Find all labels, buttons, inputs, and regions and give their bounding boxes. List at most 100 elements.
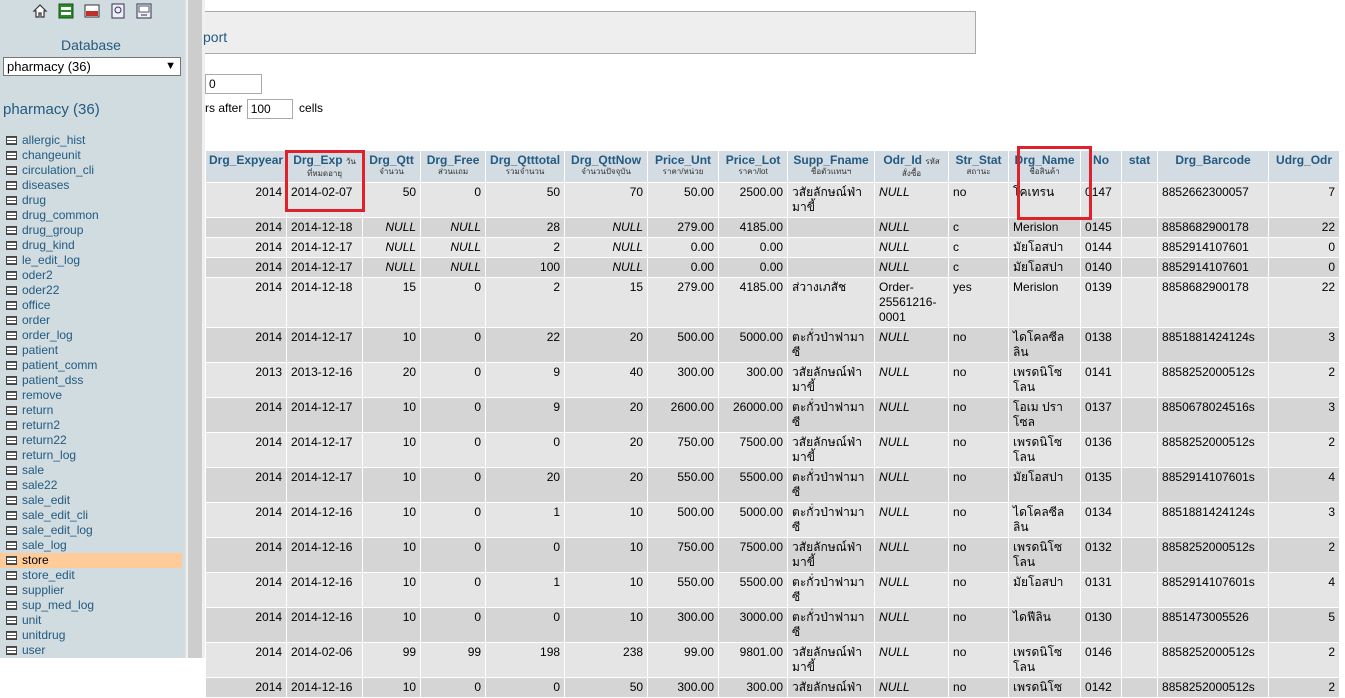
table-cell[interactable]: 2014-12-16	[287, 608, 363, 642]
table-cell[interactable]: 99	[421, 643, 486, 677]
table-cell[interactable]: 10	[565, 608, 648, 642]
table-cell[interactable]: 550.00	[648, 468, 719, 502]
table-cell[interactable]: NULL	[421, 218, 486, 237]
table-cell[interactable]: วสัยลักษณ์ฟ่า มาขี้	[788, 643, 875, 677]
table-cell[interactable]: ส่วางเภสัช	[788, 278, 875, 327]
column-header[interactable]: Drg_Name ชื่อสินค้า	[1009, 151, 1081, 182]
sidebar-item-return2[interactable]: return2	[0, 418, 182, 433]
table-cell[interactable]: 500.00	[648, 503, 719, 537]
table-cell[interactable]: วสัยลักษณ์ฟ่า มาขี้	[788, 363, 875, 397]
table-icon[interactable]	[6, 646, 17, 655]
table-cell[interactable]	[1122, 328, 1158, 362]
table-cell[interactable]: 1	[486, 573, 565, 607]
table-cell[interactable]	[788, 238, 875, 257]
table-icon[interactable]	[6, 496, 17, 505]
table-cell[interactable]: 15	[565, 278, 648, 327]
table-icon[interactable]	[6, 406, 17, 415]
table-cell[interactable]: 10	[363, 573, 421, 607]
table-icon[interactable]	[6, 421, 17, 430]
table-cell[interactable]: NULL	[421, 238, 486, 257]
table-cell[interactable]: 0141	[1081, 363, 1122, 397]
sidebar-item-sale-edit[interactable]: sale_edit	[0, 493, 182, 508]
table-row[interactable]: 2014 2014-12-17 10 0 20 20 550.00 5500.00 ตะกั่ว…	[206, 468, 1340, 502]
table-cell[interactable]: 2	[1269, 363, 1340, 397]
table-cell[interactable]: 8852914107601s	[1158, 468, 1269, 502]
table-cell[interactable]: 0.00	[719, 238, 788, 257]
table-cell[interactable]: 99	[363, 643, 421, 677]
table-cell[interactable]: 4185.00	[719, 218, 788, 237]
column-header-label[interactable]: Drg_Free	[427, 153, 480, 167]
sidebar-item-return-log[interactable]: return_log	[0, 448, 182, 463]
table-row[interactable]: 2014 2014-12-17 NULL NULL 100 NULL 0.00 0.00 NUL…	[206, 258, 1340, 277]
table-icon[interactable]	[6, 601, 17, 610]
table-cell[interactable]: Merislon	[1009, 218, 1081, 237]
table-icon[interactable]	[6, 571, 17, 580]
table-cell[interactable]: 2014-02-07	[287, 183, 363, 217]
table-cell[interactable]: Merislon	[1009, 278, 1081, 327]
table-cell[interactable]: 100	[486, 258, 565, 277]
sql-icon[interactable]	[84, 3, 100, 19]
table-icon[interactable]	[6, 361, 17, 370]
table-row[interactable]: 2014 2014-12-16 10 0 1 10 500.00 5000.00 ตะกั่วป…	[206, 503, 1340, 537]
sidebar-item-store[interactable]: store	[0, 553, 182, 568]
table-icon[interactable]	[6, 481, 17, 490]
table-icon[interactable]	[6, 376, 17, 385]
table-cell[interactable]: 2014	[206, 258, 287, 277]
table-cell[interactable]: 2014-12-16	[287, 538, 363, 572]
table-cell[interactable]: 8851881424124s	[1158, 503, 1269, 537]
table-cell[interactable]: โอเม ปราโซล	[1009, 398, 1081, 432]
table-cell[interactable]: 2014	[206, 183, 287, 217]
table-cell[interactable]: 3000.00	[719, 608, 788, 642]
table-cell[interactable]: 28	[486, 218, 565, 237]
sidebar-item-le-edit-log[interactable]: le_edit_log	[0, 253, 182, 268]
table-cell[interactable]: NULL	[875, 433, 949, 467]
table-cell[interactable]: 500.00	[648, 328, 719, 362]
table-cell[interactable]: 750.00	[648, 433, 719, 467]
sidebar-item-patient-dss[interactable]: patient_dss	[0, 373, 182, 388]
table-cell[interactable]: 7	[1269, 183, 1340, 217]
table-cell[interactable]: 0139	[1081, 278, 1122, 327]
sidebar-item-supplier[interactable]: supplier	[0, 583, 182, 598]
table-cell[interactable]: 50	[565, 678, 648, 697]
table-icon[interactable]	[6, 196, 17, 205]
table-cell[interactable]: no	[949, 328, 1009, 362]
table-cell[interactable]: 8851881424124s	[1158, 328, 1269, 362]
table-cell[interactable]: NULL	[875, 398, 949, 432]
table-cell[interactable]: 300.00	[719, 678, 788, 697]
table-row[interactable]: 2013 2013-12-16 20 0 9 40 300.00 300.00 วสัยลักษ…	[206, 363, 1340, 397]
table-cell[interactable]: 2014	[206, 468, 287, 502]
table-cell[interactable]: no	[949, 503, 1009, 537]
table-cell[interactable]: 70	[565, 183, 648, 217]
table-cell[interactable]: 0144	[1081, 238, 1122, 257]
table-cell[interactable]: 300.00	[648, 363, 719, 397]
table-cell[interactable]: no	[949, 398, 1009, 432]
table-cell[interactable]: 8858682900178	[1158, 278, 1269, 327]
table-cell[interactable]	[1122, 678, 1158, 697]
table-cell[interactable]: 20	[565, 328, 648, 362]
table-cell[interactable]: 99.00	[648, 643, 719, 677]
table-cell[interactable]: NULL	[875, 503, 949, 537]
table-cell[interactable]: 0140	[1081, 258, 1122, 277]
table-cell[interactable]: no	[949, 573, 1009, 607]
sidebar-item-patient[interactable]: patient	[0, 343, 182, 358]
column-header-label[interactable]: Str_Stat	[956, 153, 1002, 167]
table-cell[interactable]: NULL	[565, 218, 648, 237]
table-cell[interactable]: 2014-12-17	[287, 468, 363, 502]
column-header-label[interactable]: Drg_Qtttotal	[490, 153, 560, 167]
sidebar-item-oder22[interactable]: oder22	[0, 283, 182, 298]
table-icon[interactable]	[6, 331, 17, 340]
column-header[interactable]: Supp_Fname ชื่อตัวแทนฯ	[788, 151, 875, 182]
table-cell[interactable]: 10	[363, 678, 421, 697]
table-cell[interactable]: 0142	[1081, 678, 1122, 697]
table-cell[interactable]: no	[949, 678, 1009, 697]
column-header[interactable]: Price_Unt ราคา/หน่วย	[648, 151, 719, 182]
sidebar-item-sup-med-log[interactable]: sup_med_log	[0, 598, 182, 613]
column-header-label[interactable]: Drg_QttNow	[571, 153, 641, 167]
table-cell[interactable]: ตะกั่วป่าฟามาซี	[788, 608, 875, 642]
table-icon[interactable]	[6, 541, 17, 550]
table-row[interactable]: 2014 2014-02-07 50 0 50 70 50.00 2500.00 วสัยลัก…	[206, 183, 1340, 217]
table-cell[interactable]: 8852914107601	[1158, 258, 1269, 277]
table-cell[interactable]: 8858252000512s	[1158, 433, 1269, 467]
table-cell[interactable]: 7500.00	[719, 433, 788, 467]
table-cell[interactable]: no	[949, 538, 1009, 572]
